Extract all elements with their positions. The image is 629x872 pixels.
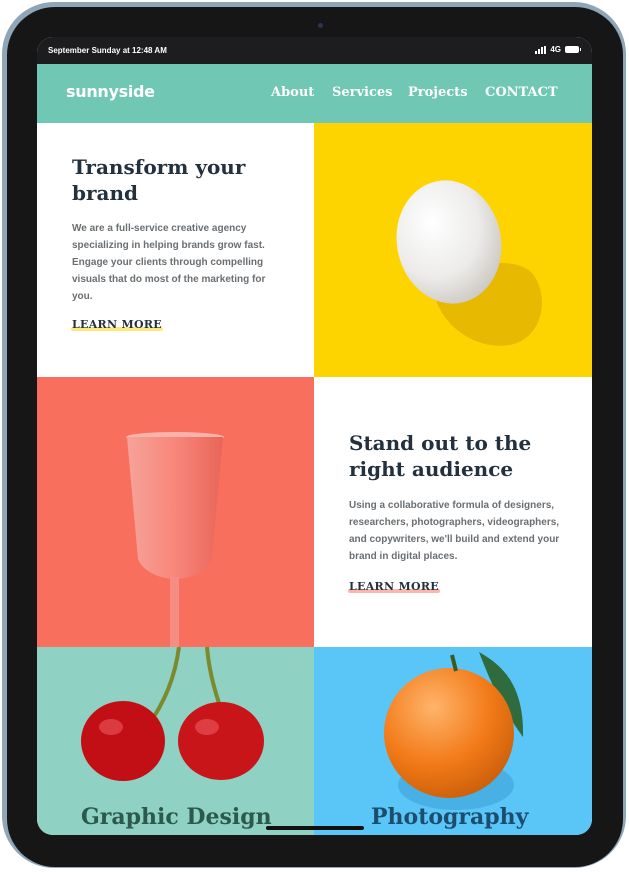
graphic-design-card: Graphic Design — [37, 647, 314, 835]
network-label: 4G — [550, 45, 561, 54]
audience-section: Stand out to the right audience Using a … — [314, 377, 592, 647]
transform-body: We are a full-service creative agency sp… — [72, 223, 266, 302]
service-title-graphic-design: Graphic Design — [81, 804, 272, 830]
audience-heading: Stand out to the right audience — [349, 431, 532, 481]
nav-link-about[interactable]: About — [271, 85, 314, 100]
nav-link-contact[interactable]: CONTACT — [485, 85, 558, 100]
tablet-screen: September Sunday at 12:48 AM 4G sunnysid… — [37, 37, 592, 835]
nav-link-services[interactable]: Services — [332, 85, 393, 100]
battery-icon — [565, 46, 581, 53]
home-indicator[interactable] — [266, 826, 364, 830]
transform-heading: Transform your brand — [72, 155, 246, 205]
egg-image — [314, 123, 592, 377]
site-logo[interactable]: sunnyside — [66, 82, 155, 101]
status-bar: September Sunday at 12:48 AM 4G — [37, 37, 592, 64]
transform-section: Transform your brand We are a full-servi… — [37, 123, 314, 377]
learn-more-link-2[interactable]: LEARN MORE — [349, 580, 439, 593]
signal-icon — [535, 45, 547, 54]
site-header: sunnyside About Services Projects CONTAC… — [37, 64, 592, 123]
learn-more-link-1[interactable]: LEARN MORE — [72, 318, 162, 331]
photography-card: Photography — [314, 647, 592, 835]
cup-image — [37, 377, 314, 647]
status-indicators: 4G — [535, 45, 581, 54]
service-title-photography: Photography — [371, 804, 529, 830]
status-time: September Sunday at 12:48 AM — [48, 46, 167, 55]
audience-body: Using a collaborative formula of designe… — [349, 500, 560, 562]
nav-link-projects[interactable]: Projects — [408, 85, 468, 100]
camera-dot — [318, 23, 323, 28]
